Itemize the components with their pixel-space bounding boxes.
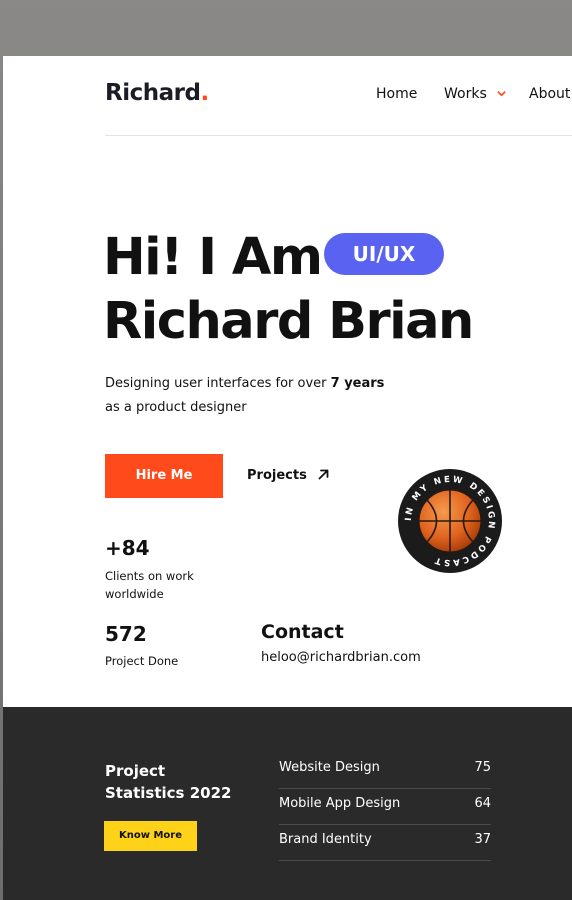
tagline-text: Designing user interfaces for over: [105, 376, 331, 391]
clients-label: Clients on work worldwide: [105, 569, 194, 601]
hire-me-button[interactable]: Hire Me: [105, 454, 223, 498]
statistics-row-value: 64: [474, 796, 491, 811]
nav-item-home[interactable]: Home: [376, 86, 417, 102]
tagline-text-2: as a product designer: [105, 400, 247, 415]
statistics-row-name: Mobile App Design: [279, 796, 401, 811]
projects-count: 572: [105, 622, 147, 646]
statistics-row: Website Design 75: [279, 752, 491, 789]
contact-heading: Contact: [261, 621, 344, 643]
nav-item-label: Home: [376, 86, 418, 102]
projects-link-label: Projects: [247, 468, 307, 483]
logo-dot: .: [200, 80, 209, 106]
logo[interactable]: Richard.: [105, 80, 209, 106]
contact-email-link[interactable]: heloo@richardbrian.com: [261, 650, 421, 665]
nav-item-about[interactable]: About: [529, 86, 570, 102]
basketball-icon: [418, 489, 482, 553]
statistics-heading-line1: Project: [105, 762, 166, 780]
statistics-row: Mobile App Design 64: [279, 788, 491, 825]
nav-item-label: Works: [444, 86, 487, 102]
statistics-heading: Project Statistics 2022: [105, 760, 265, 804]
tagline-years: 7 years: [330, 376, 385, 391]
page: Richard. Home Works About Hi! I Am Richa…: [3, 56, 572, 900]
logo-text: Richard: [105, 80, 201, 106]
statistics-row-name: Brand Identity: [279, 832, 372, 847]
statistics-row: Brand Identity 37: [279, 824, 491, 861]
statistics-row-value: 75: [474, 760, 491, 775]
chevron-down-icon: [497, 91, 506, 97]
nav-item-works[interactable]: Works: [444, 86, 507, 102]
nav-item-label: About: [529, 86, 571, 102]
statistics-section: Project Statistics 2022 Know More Websit…: [3, 707, 572, 900]
projects-link[interactable]: Projects: [247, 468, 330, 483]
projects-label: Project Done: [105, 654, 179, 668]
statistics-heading-line2: Statistics 2022: [105, 784, 232, 802]
role-badge: UI/UX: [324, 233, 444, 275]
clients-count: +84: [105, 536, 150, 560]
statistics-row-value: 37: [474, 832, 491, 847]
hero-title-line1: Hi! I Am: [103, 228, 323, 287]
hero-tagline: Designing user interfaces for over 7 yea…: [105, 372, 405, 420]
hero-title-line2: Richard Brian: [103, 292, 474, 351]
know-more-button[interactable]: Know More: [104, 821, 197, 851]
statistics-row-name: Website Design: [279, 760, 380, 775]
header-divider: [105, 135, 572, 136]
podcast-badge[interactable]: IN MY NEW DESIGN PODCAST: [396, 467, 504, 575]
arrow-up-right-icon: [318, 469, 329, 480]
